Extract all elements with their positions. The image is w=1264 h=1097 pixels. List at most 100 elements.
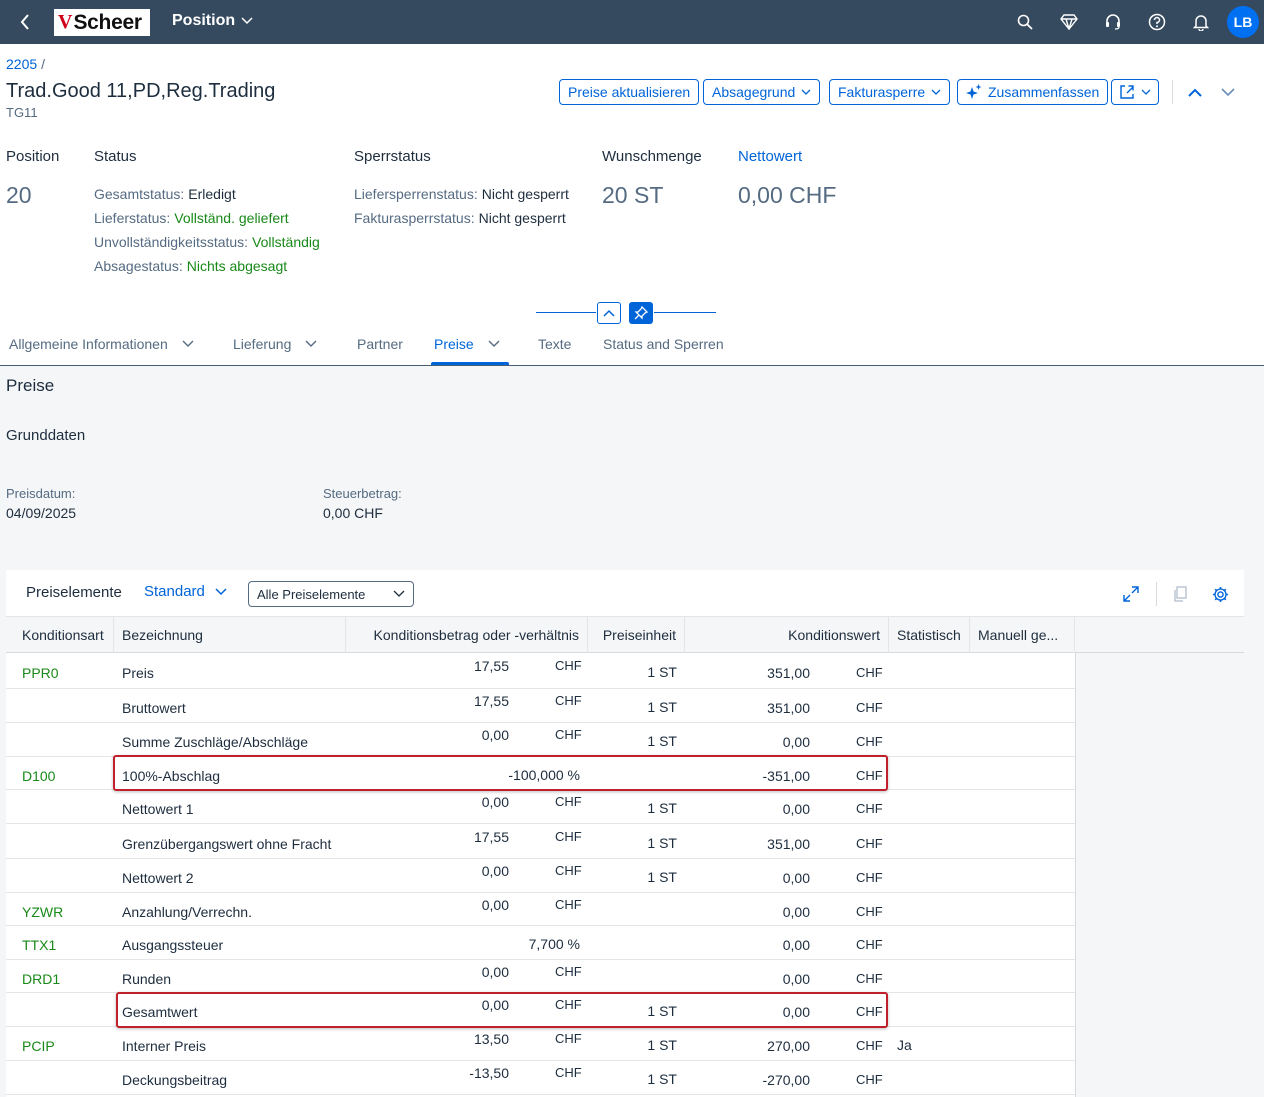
tab-status-blocks[interactable]: Status and Sperren: [603, 336, 724, 352]
chevron-down-icon: [241, 17, 253, 25]
net-value-label[interactable]: Nettowert: [738, 148, 802, 165]
billing-block-status: Fakturasperrstatus: Nicht gesperrt: [354, 210, 566, 226]
amount-currency-cell: CHF: [555, 1065, 582, 1080]
update-prices-label: Preise aktualisieren: [568, 84, 691, 100]
app-title: Position: [172, 12, 236, 29]
diamond-icon[interactable]: [1058, 11, 1080, 33]
reject-reason-label: Absagegrund: [712, 84, 796, 100]
fullscreen-icon[interactable]: [1120, 584, 1142, 604]
company-logo[interactable]: V Scheer: [54, 9, 150, 36]
amount-currency-cell: CHF: [555, 727, 582, 742]
table-row[interactable]: YZWR Anzahlung/Verrechn. 0,00 CHF 0,00 CHF: [6, 893, 1075, 926]
table-row[interactable]: Nettowert 2 0,00 CHF 1 ST 0,00 CHF: [6, 859, 1075, 893]
block-status-label: Sperrstatus: [354, 148, 431, 165]
price-unit-cell: 1 ST: [647, 1071, 677, 1087]
col-manual[interactable]: Manuell ge...: [970, 617, 1075, 653]
reject-reason-button[interactable]: Absagegrund: [703, 79, 821, 105]
condition-type-link[interactable]: PPR0: [22, 665, 59, 681]
quantity-unit: ST: [633, 182, 664, 208]
tab-status-blocks-label: Status and Sperren: [603, 336, 724, 352]
description-cell: Preis: [122, 665, 154, 681]
delivery-status-label: Lieferstatus:: [94, 210, 171, 226]
back-button[interactable]: [14, 11, 36, 33]
position-value: 20: [6, 182, 32, 208]
condition-value-cell: 0,00: [782, 870, 810, 886]
variant-selector[interactable]: Standard: [144, 583, 227, 600]
tab-partner-label: Partner: [357, 336, 403, 352]
col-condition-value[interactable]: Konditionswert: [685, 617, 889, 653]
condition-value-cell: -270,00: [762, 1072, 810, 1088]
tab-prices[interactable]: Preise: [434, 336, 500, 352]
chevron-down-icon: [215, 587, 227, 595]
header-collapse-line-left: [536, 312, 596, 313]
settings-gear-icon[interactable]: [1209, 584, 1231, 604]
pin-header-button[interactable]: [629, 302, 653, 324]
completeness-status-label: Unvollständigkeitsstatus:: [94, 234, 249, 250]
summarize-button[interactable]: Zusammenfassen: [957, 79, 1109, 105]
filter-select[interactable]: Alle Preiselemente: [248, 581, 414, 607]
col-condition-type[interactable]: Konditionsart: [6, 617, 114, 653]
tab-texts[interactable]: Texte: [538, 336, 571, 352]
user-avatar[interactable]: LB: [1227, 6, 1259, 38]
chevron-left-icon: [20, 14, 29, 30]
quantity-value: 20 ST: [602, 182, 663, 209]
amount-cell: 0,00: [481, 863, 509, 879]
condition-type-link[interactable]: YZWR: [22, 904, 63, 920]
table-row[interactable]: TTX1 Ausgangssteuer 7,700 % 0,00 CHF: [6, 926, 1075, 960]
condition-value-cell: 0,00: [782, 1004, 810, 1020]
col-statistical[interactable]: Statistisch: [889, 617, 970, 653]
condition-type-link[interactable]: DRD1: [22, 971, 60, 987]
table-row[interactable]: Grenzübergangswert ohne Fracht 17,55 CHF 1 …: [6, 824, 1075, 859]
search-icon[interactable]: [1014, 11, 1036, 33]
share-button[interactable]: [1111, 79, 1159, 105]
headset-icon[interactable]: [1102, 11, 1124, 33]
table-row[interactable]: Deckungsbeitrag -13,50 CHF 1 ST -270,00 CHF: [6, 1061, 1075, 1095]
help-icon[interactable]: [1146, 11, 1168, 33]
col-price-unit[interactable]: Preiseinheit: [588, 617, 685, 653]
condition-type-link[interactable]: TTX1: [22, 937, 56, 953]
description-cell: Interner Preis: [122, 1038, 207, 1054]
col-amount[interactable]: Konditionsbetrag oder -verhältnis: [346, 617, 588, 653]
condition-value-cell: 0,00: [782, 904, 810, 920]
condition-value-cell: 0,00: [782, 937, 810, 953]
bell-icon[interactable]: [1190, 11, 1212, 33]
table-row[interactable]: Summe Zuschläge/Abschläge 0,00 CHF 1 ST 0,00…: [6, 723, 1075, 757]
amount-currency-cell: CHF: [555, 897, 582, 912]
table-row[interactable]: PPR0 Preis 17,55 CHF 1 ST 351,00 CHF: [6, 653, 1075, 689]
tab-delivery[interactable]: Lieferung: [233, 336, 317, 352]
condition-type-link[interactable]: D100: [22, 768, 55, 784]
price-unit-cell: 1 ST: [647, 699, 677, 715]
description-cell: Gesamtwert: [122, 1004, 198, 1020]
billing-block-button[interactable]: Fakturasperre: [829, 79, 951, 105]
condition-type-link[interactable]: PCIP: [22, 1038, 55, 1054]
header-divider: [0, 365, 1264, 366]
price-unit-cell: 1 ST: [647, 1037, 677, 1053]
chevron-down-icon: [1141, 89, 1151, 95]
table-row[interactable]: Bruttowert 17,55 CHF 1 ST 351,00 CHF: [6, 689, 1075, 723]
app-title-menu[interactable]: Position: [172, 12, 253, 30]
price-unit-cell: 1 ST: [647, 800, 677, 816]
collapse-header-button[interactable]: [597, 302, 621, 324]
delivery-block-status: Liefersperrenstatus: Nicht gesperrt: [354, 186, 569, 202]
update-prices-button[interactable]: Preise aktualisieren: [559, 79, 700, 105]
previous-item-button[interactable]: [1184, 82, 1206, 102]
tab-general-info[interactable]: Allgemeine Informationen: [9, 336, 194, 352]
table-row[interactable]: D100 100%-Abschlag -100,000 % -351,00 CHF: [6, 757, 1075, 790]
table-row[interactable]: Gesamtwert 0,00 CHF 1 ST 0,00 CHF: [6, 993, 1075, 1027]
table-row[interactable]: PCIP Interner Preis 13,50 CHF 1 ST 270,00 CHF J…: [6, 1027, 1075, 1061]
breadcrumb-link[interactable]: 2205: [6, 56, 37, 72]
col-description[interactable]: Bezeichnung: [114, 617, 346, 653]
chevron-down-icon: [393, 590, 405, 597]
next-item-button[interactable]: [1217, 82, 1239, 102]
amount-cell: 0,00: [481, 997, 509, 1013]
condition-value-cell: 270,00: [767, 1038, 810, 1054]
value-currency-cell: CHF: [856, 836, 883, 851]
tab-partner[interactable]: Partner: [357, 336, 403, 352]
table-row[interactable]: DRD1 Runden 0,00 CHF 0,00 CHF: [6, 960, 1075, 993]
table-row[interactable]: Nettowert 1 0,00 CHF 1 ST 0,00 CHF: [6, 790, 1075, 824]
description-cell: Nettowert 1: [122, 801, 194, 817]
filter-select-value: Alle Preiselemente: [257, 586, 366, 602]
quantity-label: Wunschmenge: [602, 148, 702, 165]
net-value: 0,00 CHF: [738, 182, 836, 209]
tab-general-info-label: Allgemeine Informationen: [9, 336, 168, 352]
